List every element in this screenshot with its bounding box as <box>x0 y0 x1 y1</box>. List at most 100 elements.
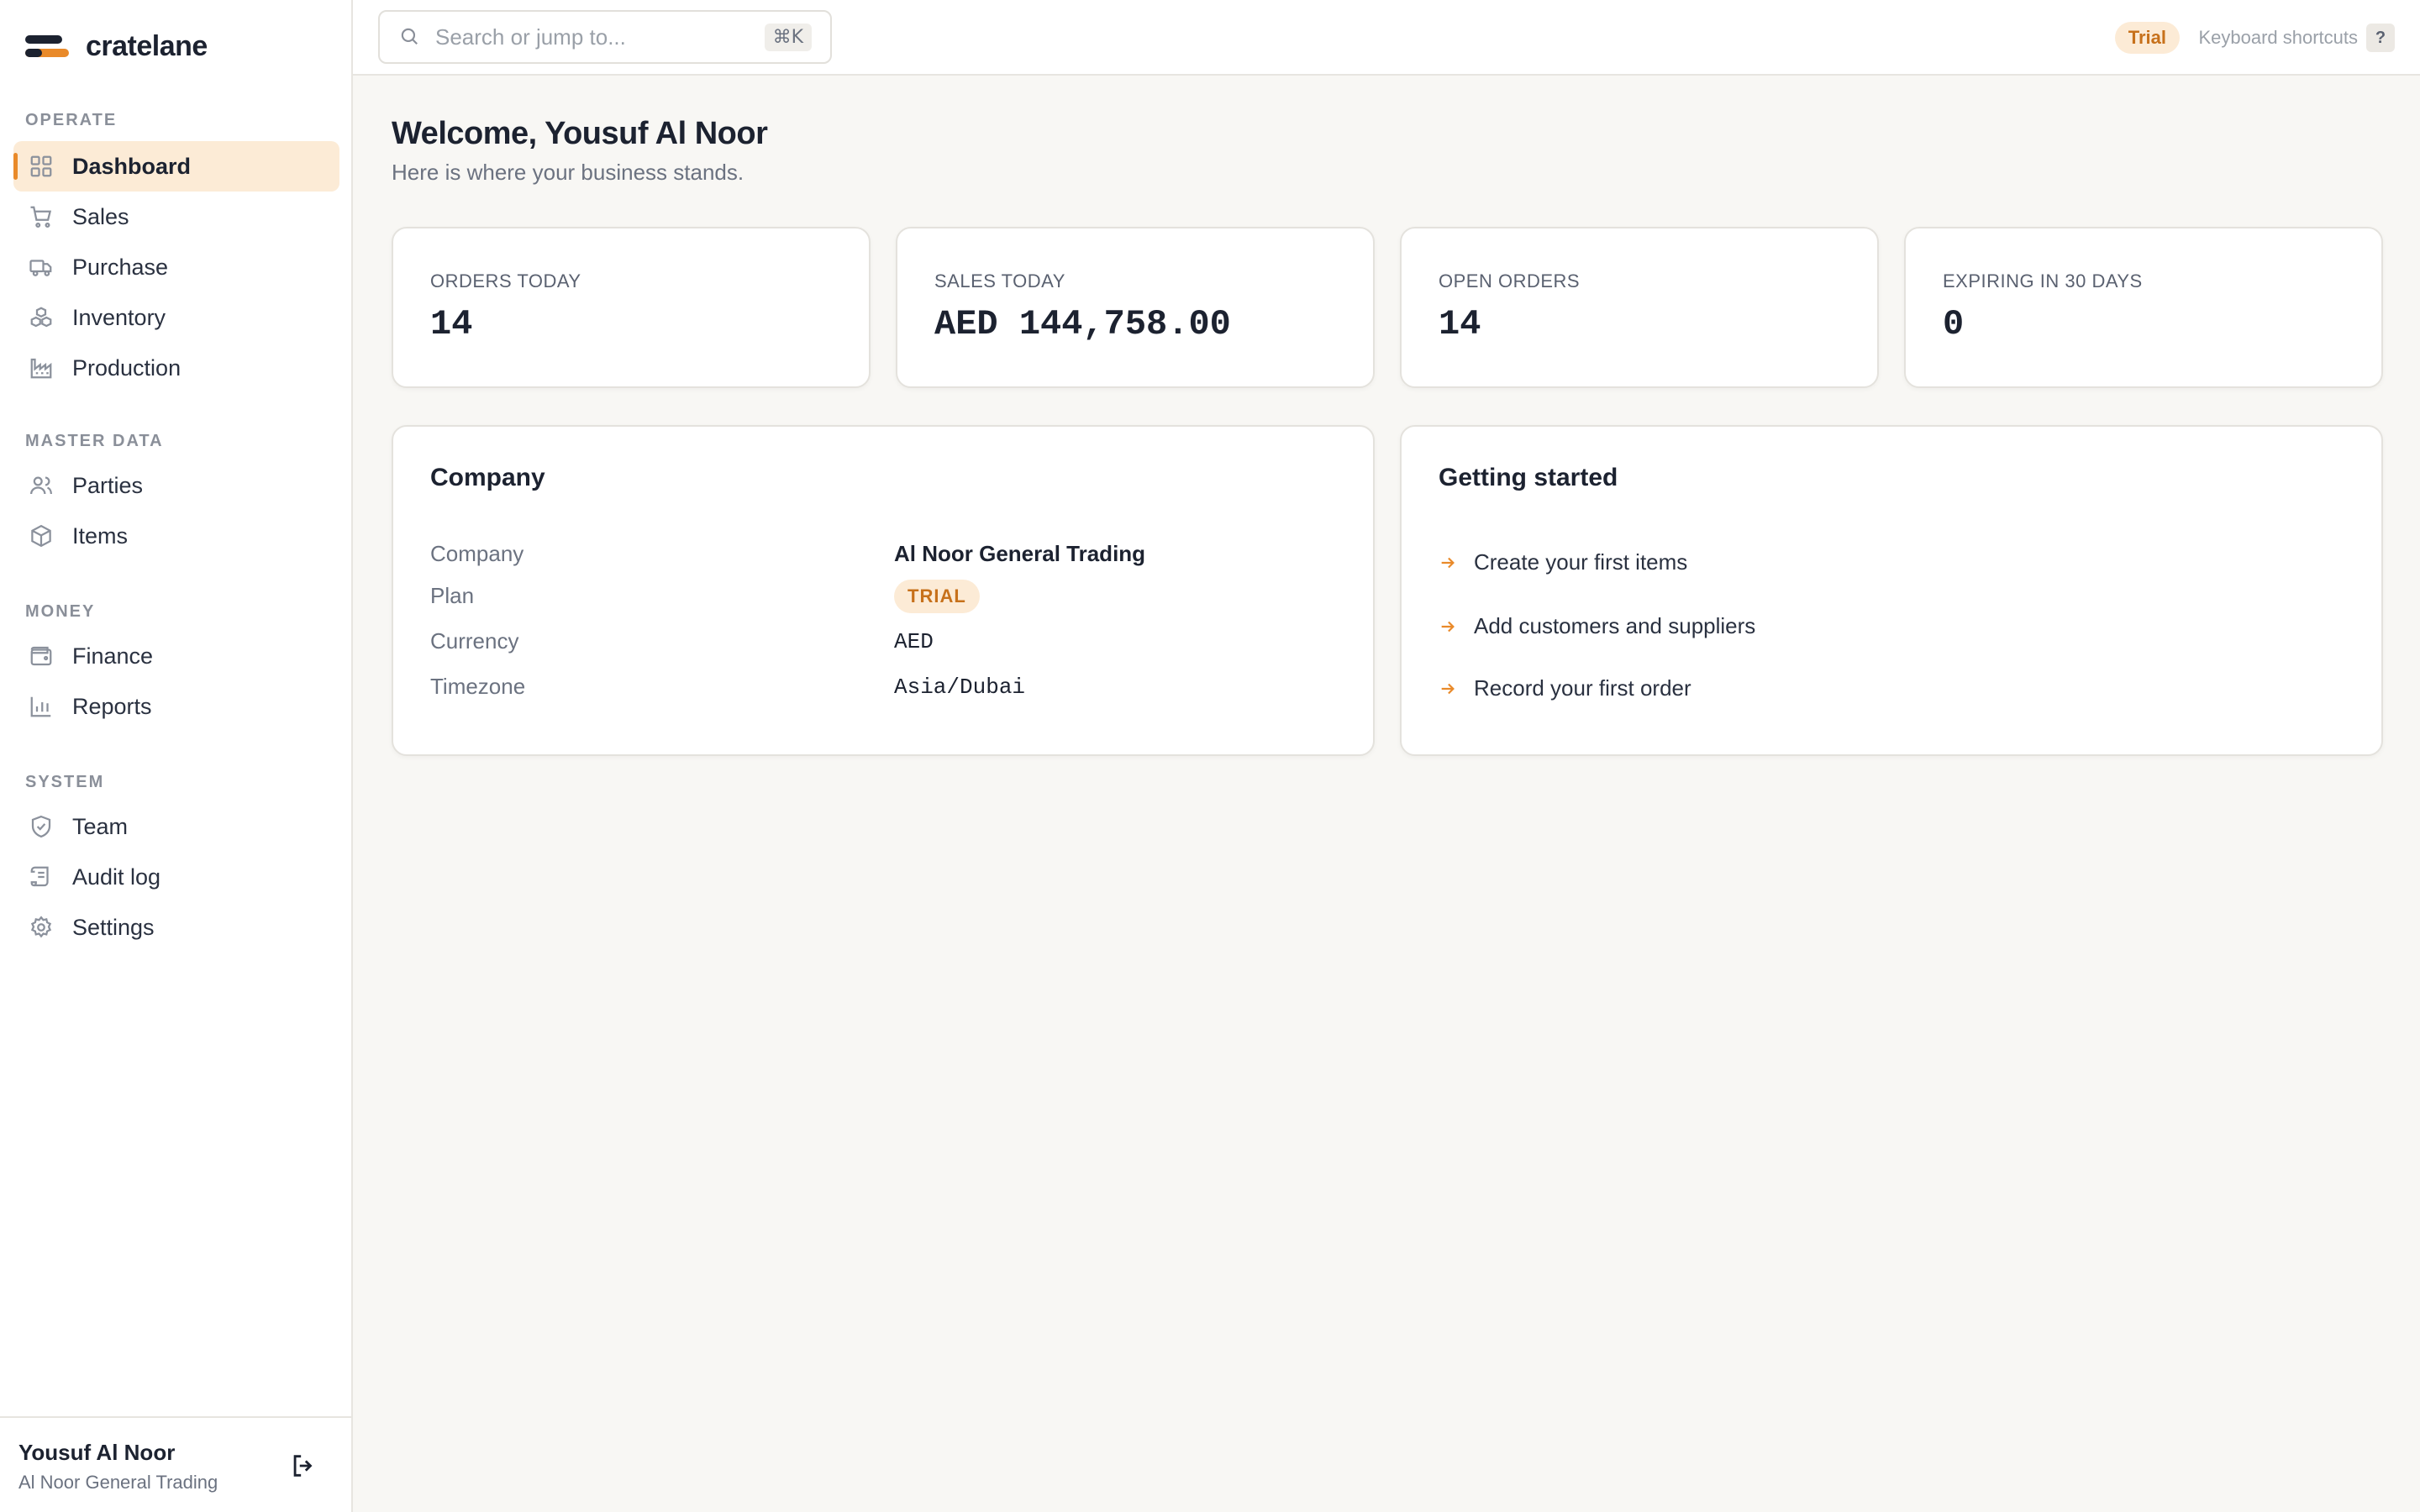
sidebar-item-label: Inventory <box>72 304 166 330</box>
getting-started-label: Record your first order <box>1474 675 1691 701</box>
company-row: Company Al Noor General Trading <box>430 541 1338 567</box>
plan-badge: TRIAL <box>894 580 980 613</box>
stat-label: EXPIRING IN 30 DAYS <box>1943 270 2143 291</box>
timezone-key: Timezone <box>430 674 526 699</box>
stat-cards: ORDERS TODAY 14 SALES TODAY AED 144,758.… <box>392 227 2383 388</box>
stat-card-expiring: EXPIRING IN 30 DAYS 0 <box>1904 227 2383 388</box>
keyboard-shortcuts-button[interactable]: Keyboard shortcuts ? <box>2198 22 2395 54</box>
timezone-row: Timezone Asia/Dubai <box>430 674 1338 700</box>
getting-started-label: Create your first items <box>1474 549 1688 575</box>
truck-icon <box>29 255 54 280</box>
main-content: Welcome, Yousuf Al Noor Here is where yo… <box>353 76 2420 1512</box>
sidebar-item-label: Dashboard <box>72 153 192 179</box>
plan-row: Plan TRIAL <box>430 580 1338 613</box>
currency-value: AED <box>894 628 934 654</box>
panels: Company Company Al Noor General Trading … <box>392 425 2383 756</box>
panel-title: Getting started <box>1439 464 1618 491</box>
nav-section-title: SYSTEM <box>25 773 105 791</box>
sidebar-item-label: Purchase <box>72 254 169 280</box>
stat-card-orders-today: ORDERS TODAY 14 <box>392 227 871 388</box>
sidebar-item-audit-log[interactable]: Audit log <box>13 852 339 902</box>
cart-icon <box>29 204 54 229</box>
user-name: Yousuf Al Noor <box>18 1440 176 1465</box>
logo-icon <box>25 32 69 62</box>
timezone-value: Asia/Dubai <box>894 674 1026 700</box>
nav-section-title: MONEY <box>25 602 96 621</box>
company-value: Al Noor General Trading <box>894 541 1146 566</box>
brand-name: cratelane <box>86 30 208 62</box>
grid-icon <box>29 154 54 179</box>
sidebar-item-label: Parties <box>72 472 144 498</box>
search-shortcut: ⌘K <box>764 23 812 51</box>
shield-check-icon <box>29 814 54 839</box>
getting-started-item[interactable]: Create your first items <box>1439 549 1687 575</box>
nav-section-system: SYSTEM Team Audit log Settings <box>0 771 353 953</box>
arrow-right-icon <box>1439 552 1460 574</box>
page-title: Welcome, Yousuf Al Noor <box>392 116 768 151</box>
sidebar-item-label: Production <box>72 354 182 381</box>
sidebar-item-label: Finance <box>72 643 154 669</box>
nav-section-master-data: MASTER DATA Parties Items <box>0 430 353 561</box>
sidebar: cratelane OPERATE Dashboard Sales Purcha… <box>0 0 353 1512</box>
getting-started-label: Add customers and suppliers <box>1474 613 1756 638</box>
bar-chart-icon <box>29 694 54 719</box>
stat-value: 0 <box>1943 304 1965 344</box>
app-root: cratelane OPERATE Dashboard Sales Purcha… <box>0 0 2420 1512</box>
sidebar-item-inventory[interactable]: Inventory <box>13 292 339 343</box>
search-placeholder: Search or jump to... <box>435 24 626 50</box>
users-icon <box>29 473 54 498</box>
stat-label: SALES TODAY <box>934 270 1065 291</box>
stat-value: AED 144,758.00 <box>934 304 1231 344</box>
factory-icon <box>29 355 54 381</box>
sidebar-item-parties[interactable]: Parties <box>13 460 339 511</box>
sidebar-item-settings[interactable]: Settings <box>13 902 339 953</box>
brand[interactable]: cratelane <box>25 30 208 63</box>
stat-label: OPEN ORDERS <box>1439 270 1581 291</box>
user-company: Al Noor General Trading <box>18 1472 218 1493</box>
currency-row: Currency AED <box>430 628 1338 654</box>
nav-section-title: OPERATE <box>25 111 118 129</box>
keyboard-shortcuts-label: Keyboard shortcuts <box>2198 27 2358 48</box>
user-box: Yousuf Al Noor Al Noor General Trading <box>0 1416 351 1512</box>
stat-value: 14 <box>430 304 473 344</box>
scroll-icon <box>29 864 54 890</box>
getting-started-item[interactable]: Record your first order <box>1439 675 1691 701</box>
package-icon <box>29 523 54 549</box>
sidebar-item-label: Audit log <box>72 864 161 890</box>
nav-section-money: MONEY Finance Reports <box>0 601 353 732</box>
wallet-icon <box>29 643 54 669</box>
page-subtitle: Here is where your business stands. <box>392 160 744 185</box>
logout-icon[interactable] <box>289 1452 318 1480</box>
panel-title: Company <box>430 464 545 491</box>
stat-value: 14 <box>1439 304 1481 344</box>
getting-started-panel: Getting started Create your first items … <box>1400 425 2383 756</box>
sidebar-item-label: Sales <box>72 203 129 229</box>
sidebar-item-items[interactable]: Items <box>13 511 339 561</box>
topbar: Search or jump to... ⌘K Trial Keyboard s… <box>353 0 2420 76</box>
getting-started-item[interactable]: Add customers and suppliers <box>1439 613 1755 639</box>
sidebar-item-production[interactable]: Production <box>13 343 339 393</box>
sidebar-item-label: Settings <box>72 914 155 940</box>
sidebar-item-reports[interactable]: Reports <box>13 681 339 732</box>
sidebar-item-purchase[interactable]: Purchase <box>13 242 339 292</box>
currency-key: Currency <box>430 628 519 654</box>
company-panel: Company Company Al Noor General Trading … <box>392 425 1375 756</box>
keyboard-shortcuts-key: ? <box>2366 24 2395 52</box>
arrow-right-icon <box>1439 616 1460 638</box>
sidebar-item-sales[interactable]: Sales <box>13 192 339 242</box>
plan-key: Plan <box>430 583 475 608</box>
sidebar-item-team[interactable]: Team <box>13 801 339 852</box>
stat-card-open-orders: OPEN ORDERS 14 <box>1400 227 1879 388</box>
sidebar-item-dashboard[interactable]: Dashboard <box>13 141 339 192</box>
plan-value-wrap: TRIAL <box>894 580 980 613</box>
gear-icon <box>29 915 54 940</box>
stat-card-sales-today: SALES TODAY AED 144,758.00 <box>896 227 1375 388</box>
trial-badge[interactable]: Trial <box>2114 22 2180 54</box>
sidebar-item-label: Items <box>72 522 129 549</box>
search-input[interactable]: Search or jump to... ⌘K <box>378 10 832 64</box>
nav-section-operate: OPERATE Dashboard Sales Purchase Invento… <box>0 109 353 393</box>
sidebar-item-finance[interactable]: Finance <box>13 631 339 681</box>
sidebar-item-label: Reports <box>72 693 152 719</box>
company-key: Company <box>430 541 524 566</box>
sidebar-item-label: Team <box>72 813 129 839</box>
